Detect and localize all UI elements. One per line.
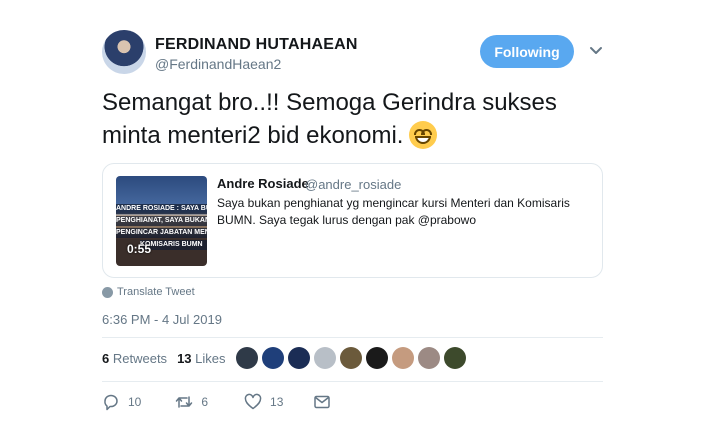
chevron-down-icon[interactable]: [589, 44, 603, 58]
divider: [102, 337, 603, 338]
reply-count: 10: [128, 395, 142, 409]
retweets-count: 6: [102, 351, 110, 366]
video-duration: 0:55: [127, 242, 152, 256]
quoted-author-handle[interactable]: @andre_rosiade: [305, 177, 401, 192]
like-count: 13: [270, 395, 284, 409]
likes-count: 13: [177, 351, 192, 366]
video-caption-line: PENGINCAR JABATAN MENTERI: [116, 228, 207, 238]
liker-avatar[interactable]: [418, 347, 440, 369]
tweet-timestamp[interactable]: 6:36 PM - 4 Jul 2019: [102, 312, 222, 327]
retweet-count: 6: [201, 395, 209, 409]
video-caption-line: ANDRE ROSIADE : SAYA BUKAN: [116, 204, 207, 214]
translate-label: Translate Tweet: [117, 286, 195, 298]
author-handle[interactable]: @FerdinandHaean2: [155, 56, 281, 72]
divider: [102, 381, 603, 382]
like-button[interactable]: 13: [244, 393, 283, 411]
liker-avatar[interactable]: [366, 347, 388, 369]
liker-avatar[interactable]: [314, 347, 336, 369]
translate-tweet-link[interactable]: Translate Tweet: [102, 286, 195, 298]
retweet-button[interactable]: 6: [175, 393, 208, 411]
liker-avatar[interactable]: [288, 347, 310, 369]
likes-stat[interactable]: 13 Likes: [177, 351, 225, 366]
quoted-tweet-card[interactable]: ANDRE ROSIADE : SAYA BUKAN PENGHIANAT, S…: [102, 163, 603, 278]
retweet-icon: [176, 396, 193, 408]
tweet-actions: 10 6 13: [102, 393, 331, 411]
liker-avatar[interactable]: [236, 347, 258, 369]
likes-label: Likes: [195, 351, 226, 366]
envelope-icon: [314, 395, 331, 409]
tweet-body: Semangat bro..!! Semoga Gerindra sukses …: [102, 89, 557, 149]
liker-avatar[interactable]: [340, 347, 362, 369]
reply-button[interactable]: 10: [102, 393, 141, 411]
likers-avatars: [236, 347, 466, 369]
liker-avatar[interactable]: [392, 347, 414, 369]
reply-icon: [104, 394, 118, 411]
tweet-stats: 6 Retweets 13 Likes: [102, 351, 226, 366]
liker-avatar[interactable]: [444, 347, 466, 369]
quoted-tweet-text: Saya bukan penghianat yg mengincar kursi…: [217, 196, 570, 227]
following-button[interactable]: Following: [480, 35, 574, 68]
video-caption-line: PENGHIANAT, SAYA BUKAN: [116, 216, 207, 226]
globe-icon: [102, 286, 113, 298]
tweet-text: Semangat bro..!! Semoga Gerindra sukses …: [102, 86, 602, 152]
author-name[interactable]: FERDINAND HUTAHAEAN: [155, 36, 358, 54]
liker-avatar[interactable]: [262, 347, 284, 369]
video-thumbnail[interactable]: ANDRE ROSIADE : SAYA BUKAN PENGHIANAT, S…: [116, 176, 207, 266]
retweets-stat[interactable]: 6 Retweets: [102, 351, 167, 366]
direct-message-button[interactable]: [313, 393, 331, 411]
retweets-label: Retweets: [112, 351, 168, 366]
author-avatar[interactable]: [102, 30, 146, 74]
grinning-face-emoji-icon: [409, 121, 438, 149]
heart-icon: [244, 393, 262, 410]
quoted-author-name[interactable]: Andre Rosiade: [217, 176, 309, 191]
